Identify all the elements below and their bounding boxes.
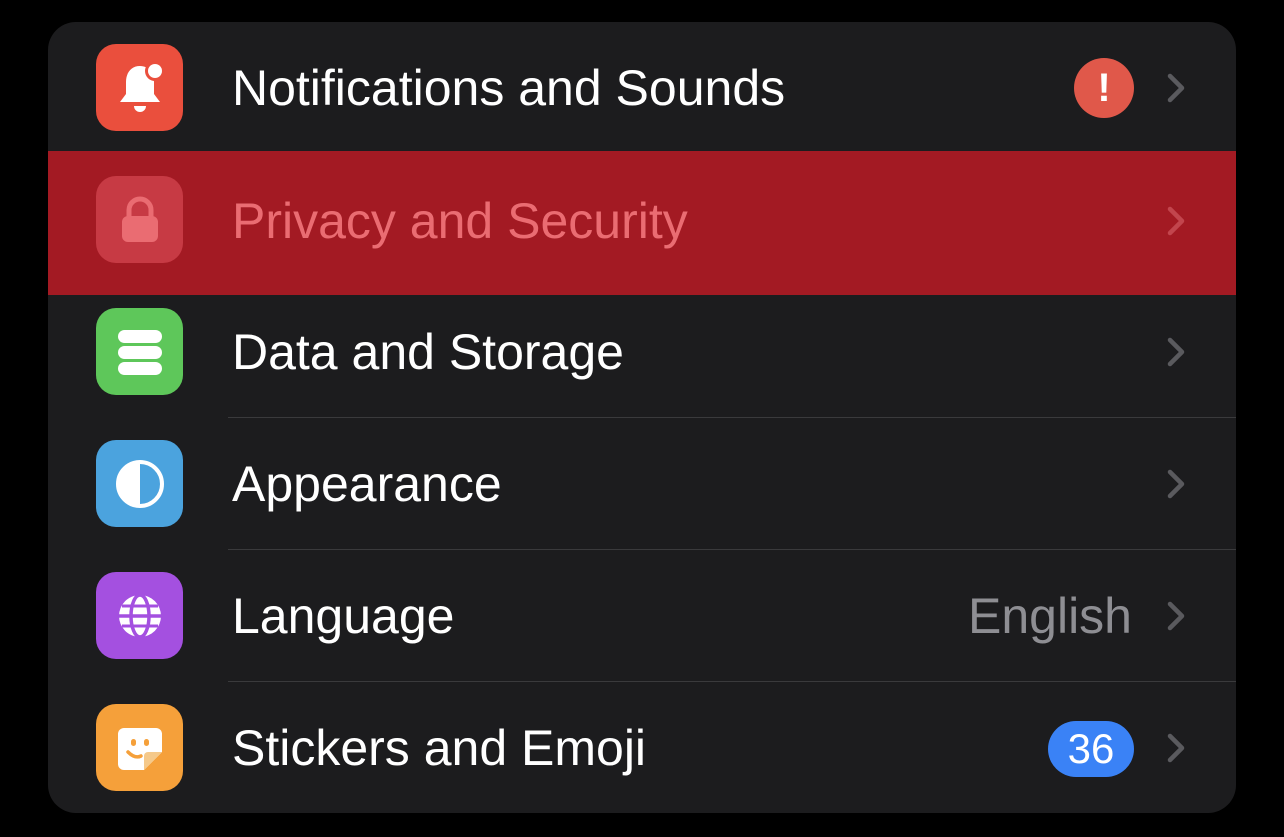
half-circle-icon xyxy=(96,440,183,527)
count-badge: 36 xyxy=(1048,721,1134,777)
alert-badge: ! xyxy=(1074,58,1134,118)
chevron-right-icon xyxy=(1167,601,1185,631)
stickers-and-emoji-row[interactable]: Stickers and Emoji 36 xyxy=(48,682,1236,813)
appearance-label: Appearance xyxy=(232,456,502,512)
notifications-and-sounds-row[interactable]: Notifications and Sounds ! xyxy=(48,22,1236,154)
lock-icon xyxy=(96,176,183,263)
stickers-and-emoji-label: Stickers and Emoji xyxy=(232,720,647,776)
language-value: English xyxy=(968,588,1132,644)
chevron-right-icon xyxy=(1167,733,1185,763)
data-and-storage-label: Data and Storage xyxy=(232,324,624,380)
data-and-storage-row[interactable]: Data and Storage xyxy=(48,286,1236,418)
privacy-and-security-row[interactable]: Privacy and Security xyxy=(48,151,1236,295)
sticker-icon xyxy=(96,704,183,791)
chevron-right-icon xyxy=(1167,73,1185,103)
database-icon xyxy=(96,308,183,395)
chevron-right-icon xyxy=(1167,206,1185,236)
bell-icon xyxy=(96,44,183,131)
globe-icon xyxy=(96,572,183,659)
appearance-row[interactable]: Appearance xyxy=(48,418,1236,550)
chevron-right-icon xyxy=(1167,469,1185,499)
settings-card: Notifications and Sounds ! Privacy and S… xyxy=(48,22,1236,813)
notifications-and-sounds-label: Notifications and Sounds xyxy=(232,60,786,116)
language-label: Language xyxy=(232,588,455,644)
privacy-and-security-label: Privacy and Security xyxy=(232,193,688,249)
language-row[interactable]: Language English xyxy=(48,550,1236,682)
chevron-right-icon xyxy=(1167,337,1185,367)
